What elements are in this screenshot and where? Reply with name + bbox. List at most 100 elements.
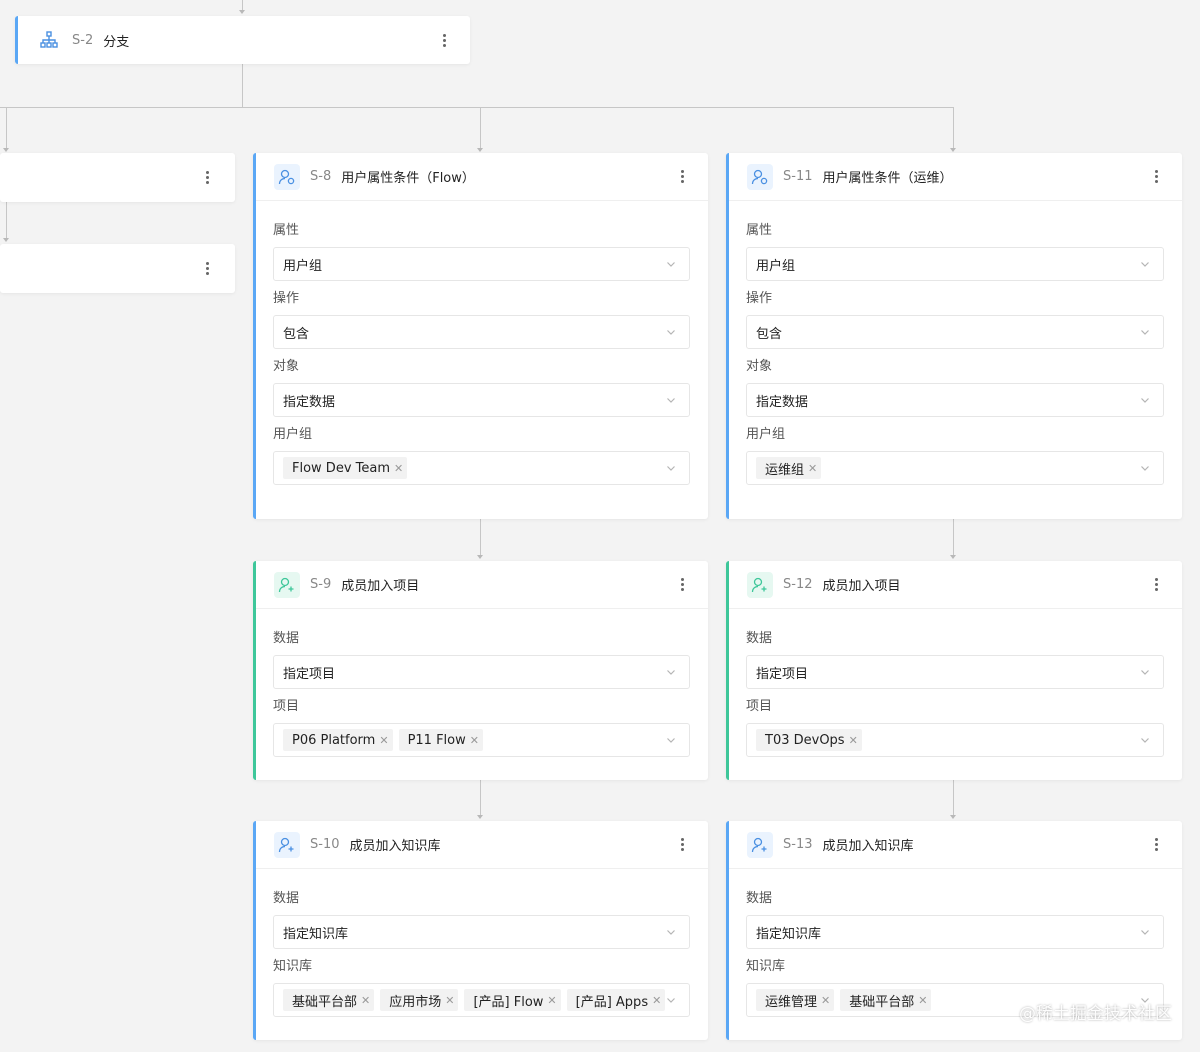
select-value: 指定项目 [283,666,336,682]
more-icon[interactable] [674,169,690,185]
node-header[interactable]: S-8 用户属性条件（Flow） [256,153,708,201]
connector-arrow [950,555,956,559]
chevron-down-icon [667,930,675,935]
connector-arrow [239,10,245,14]
node-title: 成员加入知识库 [349,839,441,854]
attribute-select[interactable]: 用户组 [746,247,1164,281]
tag-close-icon[interactable]: ✕ [547,994,556,1007]
chevron-down-icon [667,670,675,675]
branch-icon [36,27,62,53]
user-group-select[interactable]: 运维组 ✕ [746,451,1164,485]
more-icon[interactable] [1148,169,1164,185]
field-label: 用户组 [273,427,313,442]
node-title: 分支 [103,34,130,50]
operation-select[interactable]: 包含 [746,315,1164,349]
node-code: S-12 [783,577,813,592]
connector-arrow [477,148,483,152]
field-label: 数据 [273,891,300,906]
connector-arrow [477,555,483,559]
more-icon[interactable] [674,577,690,593]
node-header[interactable]: S-13 成员加入知识库 [729,821,1182,869]
tag-close-icon[interactable]: ✕ [652,994,661,1007]
project-select[interactable]: T03 DevOps ✕ [746,723,1164,757]
tag-close-icon[interactable]: ✕ [361,994,370,1007]
tag: 运维组 ✕ [756,457,822,479]
tag-close-icon[interactable]: ✕ [379,734,388,747]
chevron-down-icon [667,398,675,403]
add-member-icon [274,831,300,858]
node-code: S-8 [310,169,332,184]
node-s8[interactable]: S-8 用户属性条件（Flow） 属性 用户组 操作 包含 对象 指定数据 用户… [253,153,708,519]
project-select[interactable]: P06 Platform ✕ P11 Flow ✕ [273,723,690,757]
node-header[interactable]: S-10 成员加入知识库 [256,821,708,869]
select-value: 用户组 [756,258,796,274]
connector-arrow [3,148,9,152]
more-icon[interactable] [1148,577,1164,593]
data-select[interactable]: 指定知识库 [273,915,690,949]
field-label: 数据 [746,631,773,646]
field-label: 数据 [273,631,300,646]
field-label: 属性 [273,223,300,238]
tag: 运维管理 ✕ [756,989,835,1011]
node-s2[interactable]: S-2 分支 [15,16,470,64]
tag-close-icon[interactable]: ✕ [821,994,830,1007]
select-value: 指定数据 [283,394,336,410]
field-label: 项目 [273,699,300,714]
tag: P06 Platform ✕ [283,729,393,751]
more-icon[interactable] [199,260,215,276]
data-select[interactable]: 指定项目 [273,655,690,689]
more-icon[interactable] [674,837,690,853]
node-title: 用户属性条件（Flow） [341,171,475,186]
knowledge-base-select[interactable]: 基础平台部 ✕ 应用市场 ✕ [产品] Flow ✕ [产品] Apps ✕ [273,983,690,1017]
chevron-down-icon [1141,398,1149,403]
node-s9[interactable]: S-9 成员加入项目 数据 指定项目 项目 P06 Platform ✕ P11 … [253,561,708,780]
node-left-1[interactable] [0,153,235,202]
node-header[interactable]: S-11 用户属性条件（运维） [729,153,1182,201]
chevron-down-icon [667,262,675,267]
add-member-icon [747,571,773,598]
node-header[interactable]: S-9 成员加入项目 [256,561,708,609]
field-label: 属性 [746,223,773,238]
node-code: S-11 [783,169,813,184]
field-label: 操作 [273,291,300,306]
select-value: 指定数据 [756,394,809,410]
user-group-select[interactable]: Flow Dev Team ✕ [273,451,690,485]
more-icon[interactable] [1148,837,1164,853]
more-icon[interactable] [199,169,215,185]
field-label: 对象 [746,359,773,374]
tag: 基础平台部 ✕ [283,989,375,1011]
connector-line [6,107,7,149]
node-header[interactable] [0,244,235,292]
node-header[interactable]: S-2 分支 [18,16,470,64]
add-member-icon [274,571,300,598]
node-s10[interactable]: S-10 成员加入知识库 数据 指定知识库 知识库 基础平台部 ✕ 应用市场 ✕ [… [253,821,708,1040]
tag-close-icon[interactable]: ✕ [394,462,403,475]
data-select[interactable]: 指定知识库 [746,915,1164,949]
more-icon[interactable] [436,32,452,48]
target-select[interactable]: 指定数据 [273,383,690,417]
target-select[interactable]: 指定数据 [746,383,1164,417]
user-attr-icon [747,163,773,190]
watermark: @稀土掘金技术社区 [1019,1004,1172,1024]
workflow-canvas[interactable]: S-2 分支 S-8 用户属性条件（Flow） 属性 用户组 操作 包含 对象 … [0,0,1200,1052]
tag: [产品] Flow ✕ [464,989,561,1011]
select-value: 指定知识库 [756,926,822,942]
node-left-2[interactable] [0,244,235,293]
select-value: 包含 [756,326,783,342]
node-title: 成员加入项目 [341,579,420,594]
node-s11[interactable]: S-11 用户属性条件（运维） 属性 用户组 操作 包含 对象 指定数据 用户组 [726,153,1182,519]
tag-close-icon[interactable]: ✕ [918,994,927,1007]
connector-line [953,107,954,149]
connector-line [480,107,481,149]
data-select[interactable]: 指定项目 [746,655,1164,689]
node-header[interactable]: S-12 成员加入项目 [729,561,1182,609]
tag-close-icon[interactable]: ✕ [445,994,454,1007]
node-s12[interactable]: S-12 成员加入项目 数据 指定项目 项目 T03 DevOps ✕ [726,561,1182,780]
tag: [产品] Apps ✕ [566,989,665,1011]
tag-close-icon[interactable]: ✕ [470,734,479,747]
tag-close-icon[interactable]: ✕ [808,462,817,475]
operation-select[interactable]: 包含 [273,315,690,349]
tag-close-icon[interactable]: ✕ [849,734,858,747]
attribute-select[interactable]: 用户组 [273,247,690,281]
node-header[interactable] [0,153,235,201]
